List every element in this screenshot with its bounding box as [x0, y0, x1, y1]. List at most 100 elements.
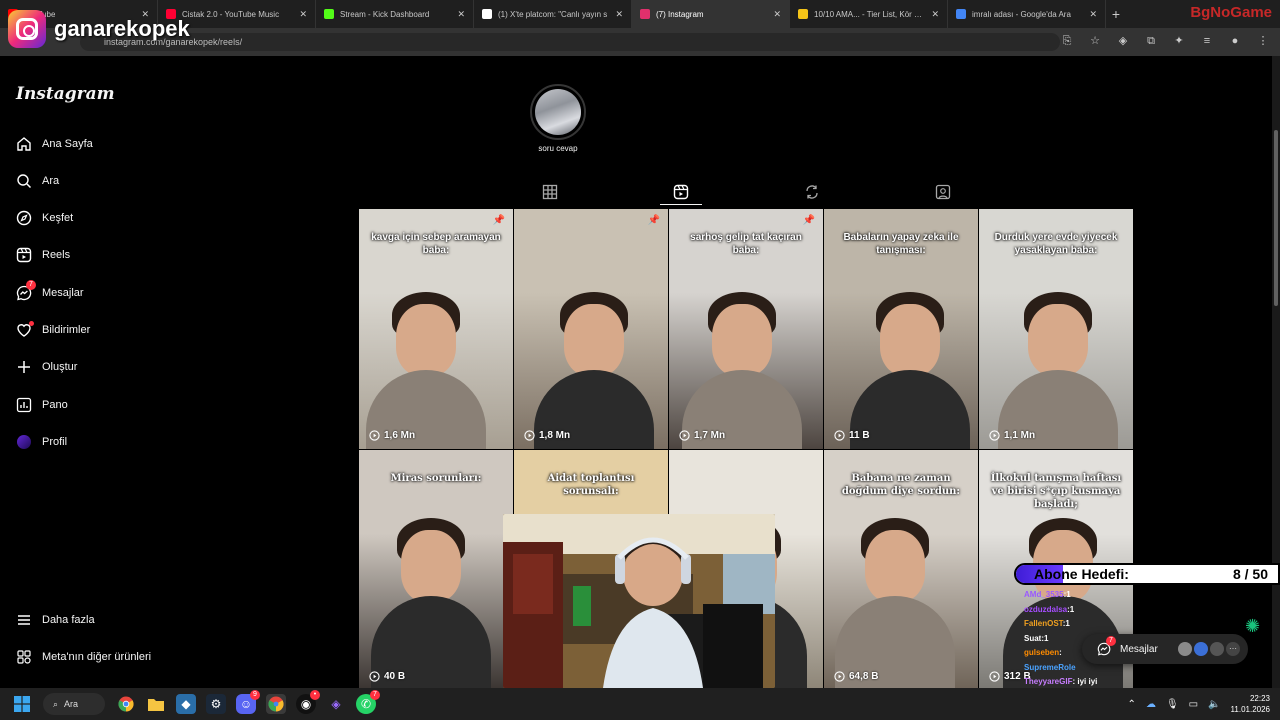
messages-pill[interactable]: 7 Mesajlar ⋯	[1082, 634, 1248, 664]
chat-username: TheyyareGIF	[1024, 677, 1073, 686]
taskbar-search[interactable]: ⌕ Ara	[43, 693, 105, 715]
reel-thumbnail[interactable]: sarhoş gelip tat kaçıran baba: 📌 1,7 Mn	[669, 209, 823, 449]
reel-caption: Durduk yere evde yiyecek yasaklayan baba…	[994, 232, 1118, 256]
sidebar-item-mesajlar[interactable]: 7 Mesajlar	[16, 280, 84, 305]
chevron-up-icon[interactable]: ⌃	[1128, 699, 1136, 710]
sidebar-item-label: Ara	[42, 175, 60, 187]
clock[interactable]: 22:23 11.01.2026	[1231, 693, 1270, 715]
chat-text: :1	[1067, 604, 1075, 614]
play-icon	[679, 430, 690, 441]
play-icon	[834, 671, 845, 682]
close-icon[interactable]: ✕	[1089, 9, 1097, 20]
sidebar: Instagram Ana Sayfa Ara Keşfet Reels 7 Mesajl…	[0, 56, 240, 688]
story-highlight[interactable]: soru cevap	[530, 84, 586, 153]
microphone-icon[interactable]: 🎙	[1166, 699, 1179, 710]
reel-caption: Miras sorunları:	[390, 473, 482, 484]
install-icon[interactable]: ⎘	[1060, 34, 1074, 48]
notification-dot	[29, 321, 34, 326]
browser-tab[interactable]: Stream - Kick Dashboard ✕	[316, 0, 474, 28]
sidebar-item-ara[interactable]: Ara	[16, 169, 59, 193]
tab-reposts[interactable]	[804, 184, 820, 200]
reel-caption: Babaların yapay zeka ile tanışması:	[843, 232, 959, 256]
reels-icon	[673, 184, 689, 200]
sidebar-item-bildirimler[interactable]: Bildirimler	[16, 318, 90, 342]
chat-username: FallenOST	[1024, 619, 1063, 628]
folder-icon[interactable]	[146, 694, 166, 714]
whatsapp-icon[interactable]: ✆ 7	[356, 690, 380, 714]
reel-thumbnail[interactable]: Durduk yere evde yiyecek yasaklayan baba…	[979, 209, 1133, 449]
close-icon[interactable]: ✕	[299, 9, 307, 20]
tab-tagged[interactable]	[935, 184, 951, 200]
play-icon	[369, 671, 380, 682]
person-face	[712, 304, 772, 376]
chat-text: :1	[1041, 633, 1049, 643]
new-tab-button[interactable]: +	[1106, 6, 1126, 22]
chat-text: :1	[1062, 619, 1070, 628]
browser-tab[interactable]: imralı adası - Google'da Ara ✕	[948, 0, 1106, 28]
bookmark-star-icon[interactable]: ☆	[1088, 34, 1102, 48]
reel-thumbnail[interactable]: Babaların yapay zeka ile tanışması: 11 B	[824, 209, 978, 449]
reel-views-text: 40 B	[384, 671, 406, 682]
sidebar-item-label: Pano	[42, 399, 68, 411]
chat-text: :1	[1063, 590, 1071, 599]
sidebar-item-profil[interactable]: Profil	[16, 430, 67, 454]
reel-thumbnail[interactable]: kavga için sebep aramayan baba: 📌 1,6 Mn	[359, 209, 513, 449]
profile-icon[interactable]: ●	[1228, 34, 1242, 48]
url-field[interactable]: instagram.com/ganarekopek/reels/	[80, 33, 1060, 51]
heart-icon	[16, 321, 34, 338]
sidebar-item-oluştur[interactable]: Oluştur	[16, 355, 77, 379]
media-icon[interactable]: ≡	[1200, 34, 1214, 48]
search-icon	[16, 173, 32, 189]
close-icon[interactable]: ✕	[931, 9, 939, 20]
close-icon[interactable]: ✕	[773, 9, 781, 20]
discord-icon[interactable]: ☺ 9	[236, 690, 260, 714]
browser-tab[interactable]: (7) Instagram ✕	[632, 0, 790, 28]
sidebar-item-reels[interactable]: Reels	[16, 243, 70, 267]
reel-thumbnail[interactable]: Babana ne zaman doğdum diye sordun: 64,8 …	[824, 450, 978, 690]
page-scrollbar[interactable]	[1272, 56, 1280, 688]
play-icon	[524, 430, 535, 441]
obs-icon[interactable]: ◉ •	[296, 690, 320, 714]
kebab-menu-icon[interactable]: ⋮	[1256, 34, 1270, 48]
tray-app-icon[interactable]: ☁	[1146, 699, 1156, 710]
chat-username: ozduzdalsa	[1024, 604, 1068, 614]
app-icon[interactable]: ◆	[176, 694, 196, 714]
close-icon[interactable]: ✕	[615, 9, 623, 20]
tab-posts[interactable]	[542, 184, 558, 200]
instagram-wordmark[interactable]: Instagram	[16, 84, 115, 104]
tab-reels[interactable]	[673, 184, 689, 200]
sidebar-item-keşfet[interactable]: Keşfet	[16, 206, 73, 230]
sidebar-item-pano[interactable]: Pano	[16, 393, 68, 417]
sidebar-item-label: Keşfet	[42, 212, 74, 224]
notification-badge: 7	[26, 280, 36, 290]
network-icon[interactable]: ▭	[1189, 699, 1198, 710]
favicon-icon	[798, 9, 808, 19]
person-face	[396, 304, 456, 376]
chat-username: SupremeRole	[1024, 662, 1076, 672]
app2-icon[interactable]: ◈	[326, 694, 346, 714]
reel-caption: Babana ne zaman doğdum diye sordun:	[841, 473, 961, 497]
sidebar-item-menu[interactable]: Daha fazla	[16, 608, 95, 632]
steam-icon[interactable]: ⚙	[206, 694, 226, 714]
plus-icon	[16, 359, 32, 375]
chat-username: Suat	[1024, 633, 1042, 643]
windows-start-icon[interactable]	[12, 694, 32, 714]
chrome-icon[interactable]	[116, 694, 136, 714]
scrollbar-thumb[interactable]	[1274, 130, 1278, 306]
sidebar-item-grid-apps[interactable]: Meta'nın diğer ürünleri	[16, 645, 151, 669]
streamer-name: ganarekopek	[54, 16, 190, 41]
puzzle-icon[interactable]: ✦	[1172, 34, 1186, 48]
person-face	[564, 304, 624, 376]
chrome-active-icon[interactable]	[266, 694, 286, 714]
chatgpt-icon[interactable]: ✺	[1245, 616, 1265, 636]
close-icon[interactable]: ✕	[457, 9, 465, 20]
extension-icon[interactable]: ⧉	[1144, 34, 1158, 48]
speaker-icon[interactable]: 🔈	[1208, 699, 1220, 710]
address-bar: instagram.com/ganarekopek/reels/ ⎘ ☆ ◈ ⧉…	[0, 28, 1280, 56]
browser-tab[interactable]: 10/10 AMA... - Tier List, Kör Sır ✕	[790, 0, 948, 28]
browser-tab[interactable]: (1) X'te platcom: "Canlı yayın s ✕	[474, 0, 632, 28]
reel-thumbnail[interactable]: Miras sorunları: 40 B	[359, 450, 513, 690]
reel-thumbnail[interactable]: 📌 1,8 Mn	[514, 209, 668, 449]
shield-icon[interactable]: ◈	[1116, 34, 1130, 48]
sidebar-item-ana-sayfa[interactable]: Ana Sayfa	[16, 132, 93, 156]
